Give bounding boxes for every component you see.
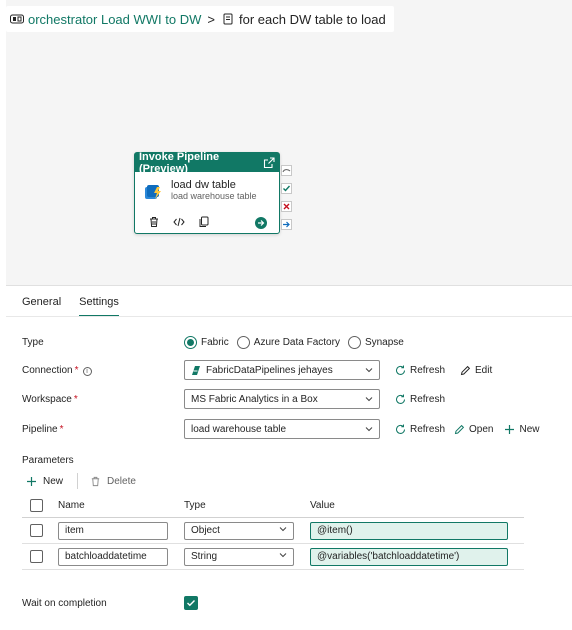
parameters-toolbar: New Delete [26,473,136,489]
workspace-value: MS Fabric Analytics in a Box [191,393,318,405]
connection-row: Connection * i FabricDataPipelines jehayes… [22,360,492,380]
success-port-icon[interactable] [281,183,292,194]
delete-icon [90,476,101,487]
wait-on-completion-checkbox[interactable] [184,596,198,610]
tabs-underline [6,316,572,317]
pipeline-value: load warehouse table [191,423,287,435]
invoke-pipeline-activity[interactable]: Invoke Pipeline (Preview) load dw table … [134,150,280,234]
copy-icon[interactable] [197,215,211,229]
code-icon[interactable] [172,215,186,229]
delete-icon[interactable] [147,215,161,229]
info-icon[interactable]: i [82,366,92,376]
open-external-icon[interactable] [263,156,275,169]
column-header-name: Name [58,500,85,511]
pipeline-label: Pipeline * [22,423,64,435]
connection-edit-button[interactable]: Edit [459,364,492,376]
panel-divider [6,285,572,286]
breadcrumb-pipeline-link[interactable]: orchestrator Load WWI to DW [28,12,201,27]
chevron-down-icon [365,395,373,403]
tab-settings[interactable]: Settings [79,296,119,317]
pipeline-icon [143,181,165,203]
activity-name: load dw table [171,179,236,191]
edit-icon [459,364,471,376]
pipeline-open-button[interactable]: Open [453,423,493,435]
activity-ports [281,165,292,237]
left-edge [0,0,6,630]
parameter-value-input[interactable]: @variables('batchloaddatetime') [310,547,508,566]
pipeline-row: Pipeline * load warehouse table Refresh O… [22,419,540,439]
add-parameter-button[interactable]: New [26,476,63,487]
activity-description: load warehouse table [171,191,257,201]
go-arrow-icon[interactable] [255,217,267,229]
workspace-select[interactable]: MS Fabric Analytics in a Box [184,389,380,409]
row-checkbox[interactable] [30,524,43,537]
wait-on-completion-label: Wait on completion [22,597,107,609]
property-tabs: General Settings [22,296,137,317]
parameter-type-select[interactable]: String [184,547,294,566]
foreach-icon [221,12,235,26]
type-label: Type [22,336,44,348]
pipeline-new-button[interactable]: New [503,423,540,435]
connection-value: FabricDataPipelines jehayes [206,364,333,376]
radio-fabric[interactable]: Fabric [184,335,229,349]
edit-icon [453,423,465,435]
refresh-icon [394,423,406,435]
radio-azure-data-factory[interactable]: Azure Data Factory [236,335,340,349]
completion-port-icon[interactable] [281,219,292,230]
pipeline-refresh-button[interactable]: Refresh [394,423,445,435]
skip-port-icon[interactable] [281,165,292,176]
tab-general[interactable]: General [22,296,61,317]
radio-synapse[interactable]: Synapse [347,335,404,349]
failure-port-icon[interactable] [281,201,292,212]
parameter-name-input[interactable]: item [58,521,168,540]
column-header-type: Type [184,500,206,511]
parameters-table: Name Type Value item Object @item() batc… [22,494,524,570]
parameter-name-input[interactable]: batchloaddatetime [58,547,168,566]
connection-refresh-button[interactable]: Refresh [394,364,445,376]
workspace-row: Workspace * MS Fabric Analytics in a Box … [22,389,445,409]
select-all-checkbox[interactable] [30,499,43,512]
breadcrumb-current: for each DW table to load [238,11,386,27]
parameter-type-select[interactable]: Object [184,521,294,540]
delete-parameter-button[interactable]: Delete [90,476,136,487]
breadcrumb-separator: > [207,11,215,27]
table-row: batchloaddatetime String @variables('bat… [22,544,524,570]
chevron-down-icon [279,551,287,562]
chevron-down-icon [279,525,287,536]
plus-icon [26,476,37,487]
type-radio-group: Fabric Azure Data Factory Synapse [184,335,412,349]
table-header-row: Name Type Value [22,494,524,518]
workspace-refresh-button[interactable]: Refresh [394,393,445,405]
pipeline-breadcrumb-icon [10,12,24,26]
wait-on-completion-row: Wait on completion [22,596,198,610]
breadcrumb: orchestrator Load WWI to DW > for each D… [6,6,394,32]
plus-icon [503,423,515,435]
type-row: Type Fabric Azure Data Factory Synapse [22,332,412,352]
connection-select[interactable]: FabricDataPipelines jehayes [184,360,380,380]
parameters-heading: Parameters [22,455,74,466]
table-row: item Object @item() [22,518,524,544]
pipeline-select[interactable]: load warehouse table [184,419,380,439]
column-header-value: Value [310,500,335,511]
pipeline-canvas[interactable]: Invoke Pipeline (Preview) load dw table … [6,0,572,285]
fabric-connection-icon [191,365,201,376]
connection-label: Connection * i [22,365,184,376]
parameter-value-input[interactable]: @item() [310,521,508,540]
refresh-icon [394,364,406,376]
chevron-down-icon [365,366,373,374]
toolbar-divider [77,473,79,489]
row-checkbox[interactable] [30,550,43,563]
activity-header: Invoke Pipeline (Preview) [135,150,279,175]
activity-type-label: Invoke Pipeline (Preview) [139,150,220,175]
refresh-icon [394,393,406,405]
workspace-label: Workspace * [22,393,78,405]
chevron-down-icon [365,425,373,433]
